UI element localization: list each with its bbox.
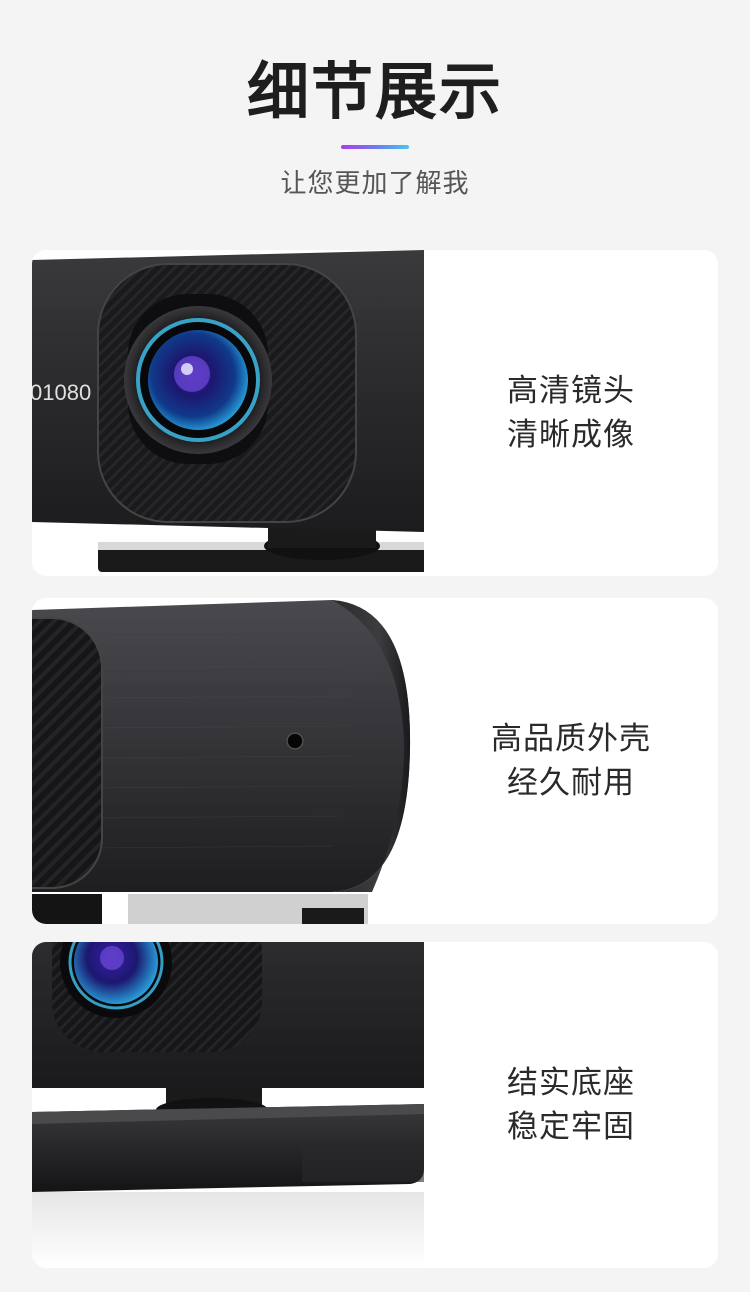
feature-title: 高品质外壳 [491, 721, 651, 757]
feature-card-lens: 01080 高清镜头 清晰成像 [32, 250, 718, 576]
feature-caption: 高品质外壳 经久耐用 [424, 598, 718, 924]
lens-closeup-image: 01080 [32, 250, 424, 576]
feature-description: 清晰成像 [507, 417, 635, 453]
title-accent-bar [341, 145, 409, 149]
feature-title: 高清镜头 [507, 373, 635, 409]
shell-closeup-image [32, 598, 424, 924]
page-title: 细节展示 [246, 55, 503, 128]
feature-caption: 结实底座 稳定牢固 [424, 942, 718, 1268]
feature-title: 结实底座 [507, 1065, 635, 1101]
feature-description: 稳定牢固 [507, 1109, 635, 1145]
page-subtitle: 让您更加了解我 [280, 169, 470, 199]
page-header: 细节展示 让您更加了解我 [0, 0, 750, 240]
resolution-label: 01080 [32, 380, 91, 405]
feature-description: 经久耐用 [507, 765, 635, 801]
feature-caption: 高清镜头 清晰成像 [424, 250, 718, 576]
feature-card-base: 结实底座 稳定牢固 [32, 942, 718, 1268]
base-closeup-image [32, 942, 424, 1268]
feature-card-shell: 高品质外壳 经久耐用 [32, 598, 718, 924]
